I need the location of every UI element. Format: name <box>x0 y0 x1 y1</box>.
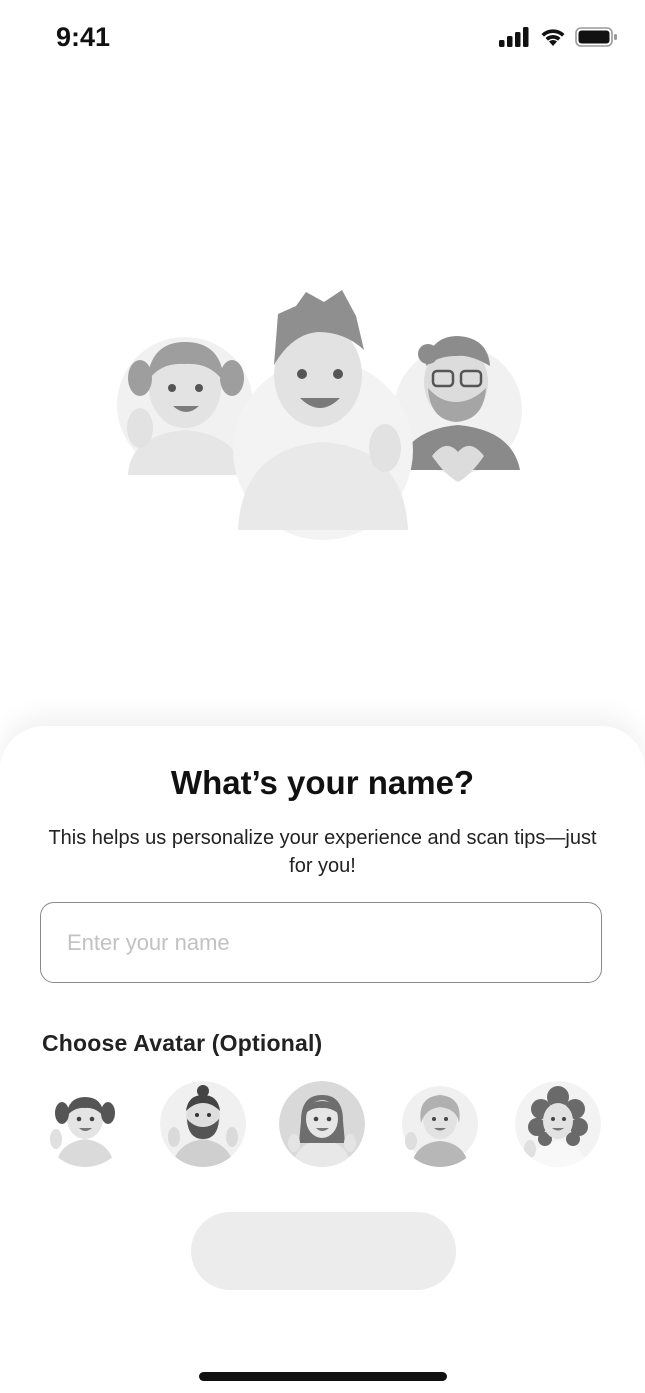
avatar-option-girl-pigtails[interactable] <box>42 1081 128 1167</box>
avatar-section-label: Choose Avatar (Optional) <box>42 1030 323 1056</box>
name-entry-sheet: What’s your name? This helps us personal… <box>0 726 645 1393</box>
status-icons <box>499 26 619 48</box>
name-input[interactable] <box>40 902 602 983</box>
page-subtitle: This helps us personalize your experienc… <box>48 827 597 877</box>
status-time: 9:41 <box>56 22 111 52</box>
bearded-man-avatar-illustration <box>394 336 522 482</box>
page-title: What’s your name? <box>170 764 475 801</box>
continue-button[interactable] <box>191 1212 456 1290</box>
avatar-option-woman-curly-hair[interactable] <box>515 1081 601 1167</box>
status-bar: 9:41 <box>0 0 645 76</box>
home-indicator <box>199 1372 447 1381</box>
avatar-option-girl-long-hair[interactable] <box>279 1081 365 1167</box>
boy-avatar-illustration <box>233 290 413 540</box>
wifi-icon <box>541 29 565 46</box>
avatar-option-older-woman[interactable] <box>397 1081 483 1167</box>
girl-avatar-illustration <box>117 337 253 475</box>
family-avatars-illustration <box>0 270 645 560</box>
battery-icon <box>575 27 617 47</box>
onboarding-name-screen: 9:41 What’s your name? This helps us per… <box>0 0 645 1393</box>
avatar-option-man-beard-bun[interactable] <box>160 1081 246 1167</box>
avatar-options <box>0 1078 645 1174</box>
cellular-signal-icon <box>499 27 529 47</box>
